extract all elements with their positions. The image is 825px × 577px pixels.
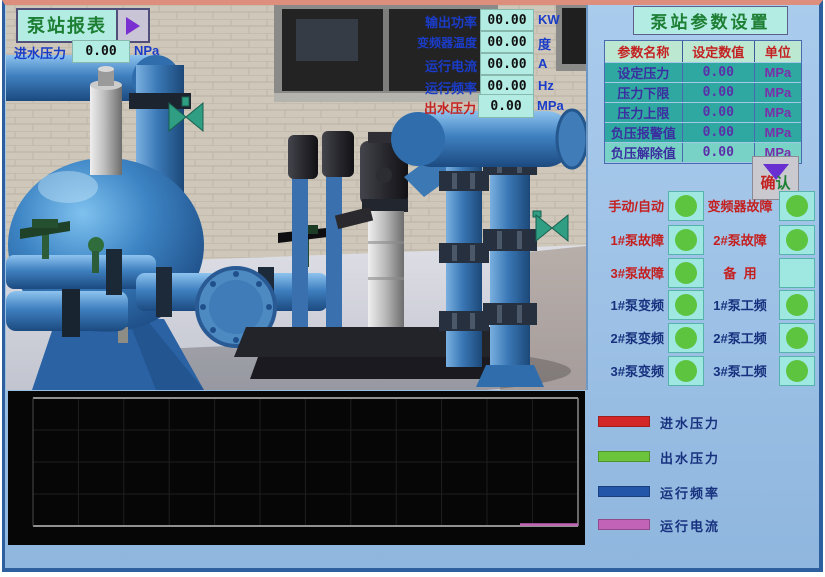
vfd-temp-unit: 度 [538,34,551,53]
inlet-pressure-unit: NPa [134,43,159,58]
vfd-temp-label: 变频器温度 [397,34,477,51]
lamp-vfd-fault [779,191,815,221]
run-current-label: 运行电流 [397,56,477,75]
report-button-label[interactable]: 泵站报表 [16,8,118,43]
param-value-field[interactable]: 0.00 [682,123,754,142]
param-name: 负压报警值 [605,123,682,142]
param-unit: MPa [754,123,801,142]
param-name: 设定压力 [605,63,682,82]
param-unit: MPa [754,63,801,82]
table-row: 压力上限 0.00 MPa [605,103,801,122]
status-label-pump2-vfd: 2#泵变频 [592,323,664,351]
param-unit: MPa [754,103,801,122]
run-current-value: 00.00 [480,53,534,75]
run-freq-label: 运行频率 [397,78,477,97]
legend-label-frequency: 运行频率 [660,483,720,502]
param-value-field[interactable]: 0.00 [682,143,754,162]
status-label-manual-auto: 手动/自动 [592,191,664,219]
col-header-value: 设定数值 [682,41,754,62]
table-row: 设定压力 0.00 MPa [605,63,801,82]
trend-chart-plot [8,391,585,545]
inlet-pressure-value: 0.00 [72,40,130,63]
table-row: 负压报警值 0.00 MPa [605,123,801,142]
legend-swatch-current [598,519,650,530]
vfd-temp-value: 00.00 [480,31,534,53]
play-icon [126,17,140,35]
parameters-table-header: 参数名称 设定数值 单位 [605,41,801,62]
lamp-pump1-fault [668,225,704,255]
run-current-unit: A [538,56,547,71]
settings-panel-title: 泵站参数设置 [633,6,788,35]
lamp-pump2-fault [779,225,815,255]
output-power-value: 00.00 [480,9,534,31]
legend-label-outlet: 出水压力 [660,448,720,467]
legend-swatch-outlet [598,451,650,462]
legend-label-current: 运行电流 [660,516,720,535]
confirm-button-label: 确认 [760,172,790,193]
report-button[interactable]: 泵站报表 [16,8,150,43]
lamp-pump1-mains [779,290,815,320]
param-name: 压力上限 [605,103,682,122]
param-value-field[interactable]: 0.00 [682,83,754,102]
trend-chart [8,391,585,545]
table-row: 压力下限 0.00 MPa [605,83,801,102]
status-label-spare: 备 用 [703,258,777,286]
window-right [556,5,586,71]
status-label-pump3-mains: 3#泵工频 [703,356,777,384]
status-label-pump1-mains: 1#泵工频 [703,290,777,318]
output-power-label: 输出功率 [397,12,477,31]
run-freq-unit: Hz [538,78,554,93]
lamp-pump3-vfd [668,356,704,386]
lamp-pump3-mains [779,356,815,386]
hmi-screen: 泵站报表 进水压力 0.00 NPa 输出功率 00.00 KW 变频器温度 0… [0,0,825,577]
outlet-pressure-value: 0.00 [478,94,534,118]
status-label-vfd-fault: 变频器故障 [703,191,777,219]
lamp-pump3-fault [668,258,704,288]
inlet-pressure-label: 进水压力 [14,43,66,62]
col-header-unit: 单位 [754,41,801,62]
lamp-spare [779,258,815,288]
legend-label-inlet: 进水压力 [660,413,720,432]
lamp-manual-auto [668,191,704,221]
legend-swatch-frequency [598,486,650,497]
status-label-pump2-fault: 2#泵故障 [703,225,777,253]
report-play-button[interactable] [118,8,150,43]
lamp-pump1-vfd [668,290,704,320]
col-header-name: 参数名称 [605,41,682,62]
output-power-unit: KW [538,12,560,27]
param-name: 压力下限 [605,83,682,102]
status-label-pump2-mains: 2#泵工频 [703,323,777,351]
status-label-pump3-vfd: 3#泵变频 [592,356,664,384]
param-value-field[interactable]: 0.00 [682,63,754,82]
status-label-pump3-fault: 3#泵故障 [592,258,664,286]
param-value-field[interactable]: 0.00 [682,103,754,122]
legend-swatch-inlet [598,416,650,427]
status-label-pump1-vfd: 1#泵变频 [592,290,664,318]
param-name: 负压解除值 [605,143,682,162]
status-label-pump1-fault: 1#泵故障 [592,225,664,253]
param-unit: MPa [754,83,801,102]
outlet-pressure-label: 出水压力 [424,98,476,117]
outlet-pressure-unit: MPa [537,98,564,113]
parameters-table: 参数名称 设定数值 单位 设定压力 0.00 MPa 压力下限 0.00 MPa… [604,40,802,164]
lamp-pump2-mains [779,323,815,353]
lamp-pump2-vfd [668,323,704,353]
